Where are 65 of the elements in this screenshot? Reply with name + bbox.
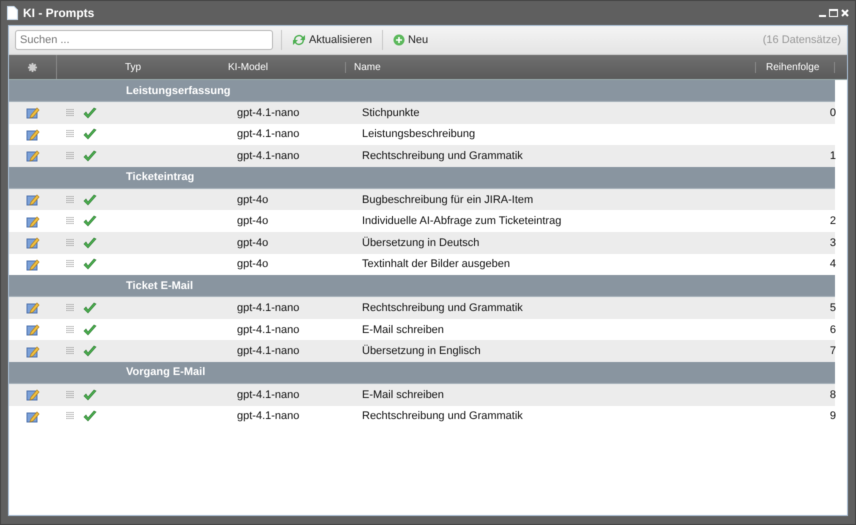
maximize-icon[interactable] [829, 9, 838, 17]
table-cell: gpt-4.1-nano [237, 150, 300, 162]
new-button[interactable]: Neu [390, 32, 430, 48]
column-header[interactable]: Name [354, 62, 381, 72]
edit-icon[interactable] [26, 106, 40, 120]
edit-icon[interactable] [26, 236, 40, 250]
table-cell: 2 [830, 215, 836, 228]
edit-icon[interactable] [26, 193, 40, 206]
table-cell: gpt-4.1-nano [237, 324, 300, 336]
table-cell: Rechtschreibung und Grammatik [362, 410, 523, 422]
refresh-button[interactable]: Aktualisieren [290, 32, 374, 48]
edit-icon[interactable] [26, 344, 40, 358]
table-cell: 4 [830, 258, 836, 270]
table-cell: 1 [830, 150, 836, 162]
column-header[interactable]: Typ [125, 62, 142, 72]
table-cell: gpt-4.1-nano [237, 106, 300, 119]
table-cell: gpt-4o [237, 194, 268, 206]
edit-icon[interactable] [26, 214, 40, 228]
edit-icon[interactable] [26, 258, 40, 271]
table-cell: gpt-4o [237, 258, 268, 270]
table-cell: Übersetzung in Deutsch [362, 236, 480, 249]
edit-icon[interactable] [26, 323, 40, 336]
table-cell: gpt-4.1-nano [237, 302, 300, 314]
table-cell: Bugbeschreibung für ein JIRA-Item [362, 194, 534, 206]
close-icon[interactable] [841, 9, 849, 17]
table-cell: Rechtschreibung und Grammatik [362, 150, 523, 162]
table-cell: gpt-4o [237, 236, 268, 249]
group-header[interactable]: Ticket E-Mail [9, 275, 835, 298]
group-header[interactable]: Leistungserfassung [9, 80, 835, 102]
table-cell: Rechtschreibung und Grammatik [362, 302, 523, 314]
column-header[interactable]: Reihenfolge [766, 62, 820, 72]
group-header[interactable]: Vorgang E-Mail [9, 362, 835, 384]
table-cell: gpt-4.1-nano [237, 128, 300, 140]
edit-icon[interactable] [26, 301, 40, 314]
table-cell: Stichpunkte [362, 106, 420, 119]
table-cell: Individuelle AI-Abfrage zum Ticketeintrag [362, 215, 562, 228]
table-cell: E-Mail schreiben [362, 324, 444, 336]
table-cell: gpt-4.1-nano [237, 410, 300, 422]
table-cell: Leistungsbeschreibung [362, 128, 476, 140]
edit-icon[interactable] [26, 388, 40, 402]
table-cell: 9 [830, 410, 836, 422]
table-cell: E-Mail schreiben [362, 388, 444, 401]
table-cell: Textinhalt der Bilder ausgeben [362, 258, 510, 270]
table-cell: 5 [830, 302, 836, 314]
plus-icon [392, 34, 405, 46]
table-cell: 3 [830, 236, 836, 249]
column-header[interactable]: KI-Model [228, 62, 268, 72]
refresh-icon [292, 34, 306, 46]
group-header[interactable]: Ticketeintrag [9, 166, 835, 189]
table-cell: Übersetzung in Englisch [362, 345, 481, 358]
table-cell: gpt-4o [237, 215, 268, 228]
table-cell: gpt-4.1-nano [237, 345, 300, 358]
document-icon [7, 6, 18, 20]
table-cell: 8 [830, 388, 836, 401]
table-cell: 7 [830, 345, 836, 358]
edit-icon[interactable] [26, 410, 40, 423]
table-cell: 0 [830, 106, 836, 119]
edit-icon[interactable] [26, 128, 40, 141]
record-count: (16 Datensätze) [762, 34, 841, 46]
table-cell: gpt-4.1-nano [237, 388, 300, 401]
edit-icon[interactable] [26, 149, 40, 162]
window-title: KI - Prompts [23, 6, 94, 20]
settings-icon[interactable] [28, 62, 37, 72]
table-cell: 6 [830, 324, 836, 336]
search-field[interactable]: Suchen ... [15, 30, 273, 50]
